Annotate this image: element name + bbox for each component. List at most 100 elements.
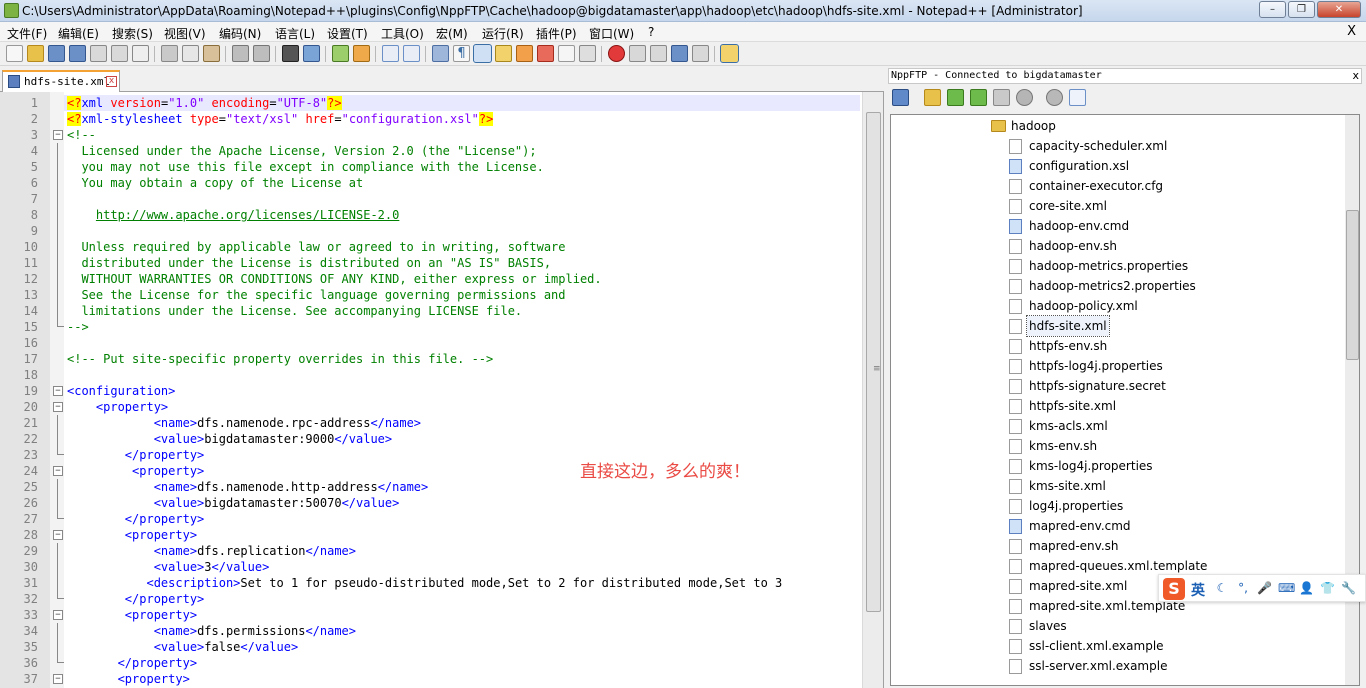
code-line[interactable]: 36 </property> (0, 655, 862, 671)
code-line[interactable]: 6 You may obtain a copy of the License a… (0, 175, 862, 191)
close-file-icon[interactable] (90, 45, 107, 62)
menu-edit[interactable]: 编辑(E) (58, 25, 99, 42)
upload-icon[interactable] (970, 89, 987, 106)
print-icon[interactable] (132, 45, 149, 62)
maximize-button[interactable]: ❐ (1288, 1, 1315, 18)
code-line[interactable]: 1 <?xml version="1.0" encoding="UTF-8"?> (0, 95, 862, 111)
code-line[interactable]: 2 <?xml-stylesheet type="text/xsl" href="… (0, 111, 862, 127)
fold-toggle-icon[interactable]: − (53, 674, 63, 684)
fold-toggle-icon[interactable]: − (53, 402, 63, 412)
menu-help[interactable]: ? (648, 25, 654, 39)
tab-close-icon[interactable]: x (106, 76, 117, 87)
menu-window[interactable]: 窗口(W) (589, 25, 634, 42)
code-line[interactable]: 9 (0, 223, 862, 239)
punct-icon[interactable]: °, (1236, 581, 1250, 595)
ime-toolbar[interactable]: S 英 ☾ °, 🎤 ⌨ 👤 👕 🔧 (1158, 574, 1366, 602)
menu-settings[interactable]: 设置(T) (327, 25, 368, 42)
editor-vertical-scrollbar[interactable]: ≡ (862, 92, 883, 688)
code-line[interactable]: 16 (0, 335, 862, 351)
sync-vertical-icon[interactable] (382, 45, 399, 62)
zoom-out-icon[interactable] (353, 45, 370, 62)
code-line[interactable]: 5 you may not use this file except in co… (0, 159, 862, 175)
code-line[interactable]: 10 Unless required by applicable law or … (0, 239, 862, 255)
refresh-icon[interactable] (993, 89, 1010, 106)
tree-scrollbar-thumb[interactable] (1346, 210, 1359, 360)
undo-icon[interactable] (232, 45, 249, 62)
open-directory-icon[interactable] (924, 89, 941, 106)
code-line[interactable]: 4 Licensed under the Apache License, Ver… (0, 143, 862, 159)
menu-plugins[interactable]: 插件(P) (536, 25, 577, 42)
menu-view[interactable]: 视图(V) (164, 25, 206, 42)
code-line[interactable]: 15 --> (0, 319, 862, 335)
code-line[interactable]: 32 </property> (0, 591, 862, 607)
code-line[interactable]: 35 <value>false</value> (0, 639, 862, 655)
code-line[interactable]: 14 limitations under the License. See ac… (0, 303, 862, 319)
code-line[interactable]: 29 <name>dfs.replication</name> (0, 543, 862, 559)
code-line[interactable]: 12 WITHOUT WARRANTIES OR CONDITIONS OF A… (0, 271, 862, 287)
play-macro-icon[interactable] (650, 45, 667, 62)
replace-icon[interactable] (303, 45, 320, 62)
paste-icon[interactable] (203, 45, 220, 62)
mic-icon[interactable]: 🎤 (1257, 581, 1272, 595)
code-line[interactable]: 19 − <configuration> (0, 383, 862, 399)
code-line[interactable]: 28 − <property> (0, 527, 862, 543)
cut-icon[interactable] (161, 45, 178, 62)
fold-toggle-icon[interactable]: − (53, 466, 63, 476)
download-icon[interactable] (947, 89, 964, 106)
monitoring-icon[interactable] (579, 45, 596, 62)
code-line[interactable]: 20 − <property> (0, 399, 862, 415)
menu-run[interactable]: 运行(R) (482, 25, 524, 42)
open-file-icon[interactable] (27, 45, 44, 62)
save-icon[interactable] (48, 45, 65, 62)
code-line[interactable]: 30 <value>3</value> (0, 559, 862, 575)
menu-language[interactable]: 语言(L) (275, 25, 315, 42)
connect-icon[interactable] (892, 89, 909, 106)
function-list-icon[interactable] (537, 45, 554, 62)
indent-guide-icon[interactable] (473, 44, 492, 63)
tab-hdfs-site[interactable]: hdfs-site.xml x (2, 70, 120, 92)
code-line[interactable]: 33 − <property> (0, 607, 862, 623)
keyboard-icon[interactable]: ⌨ (1278, 581, 1295, 595)
user-icon[interactable]: 👤 (1299, 581, 1314, 595)
redo-icon[interactable] (253, 45, 270, 62)
code-line[interactable]: 27 </property> (0, 511, 862, 527)
code-line[interactable]: 26 <value>bigdatamaster:50070</value> (0, 495, 862, 511)
code-line[interactable]: 18 (0, 367, 862, 383)
code-line[interactable]: 7 (0, 191, 862, 207)
fold-toggle-icon[interactable]: − (53, 386, 63, 396)
notepadpp-app-icon[interactable] (4, 3, 19, 18)
code-line[interactable]: 22 <value>bigdatamaster:9000</value> (0, 431, 862, 447)
copy-icon[interactable] (182, 45, 199, 62)
message-window-icon[interactable] (1069, 89, 1086, 106)
close-all-icon[interactable] (111, 45, 128, 62)
code-line[interactable]: 13 See the License for the specific lang… (0, 287, 862, 303)
new-file-icon[interactable] (6, 45, 23, 62)
code-line[interactable]: 31 <description>Set to 1 for pseudo-dist… (0, 575, 862, 591)
code-line[interactable]: 11 distributed under the License is dist… (0, 255, 862, 271)
fold-toggle-icon[interactable]: − (53, 530, 63, 540)
settings-gear-icon[interactable] (1046, 89, 1063, 106)
show-all-chars-icon[interactable]: ¶ (453, 45, 470, 62)
code-line[interactable]: 21 <name>dfs.namenode.rpc-address</name> (0, 415, 862, 431)
editor-scrollbar-thumb[interactable]: ≡ (866, 112, 881, 612)
moon-icon[interactable]: ☾ (1215, 581, 1229, 595)
close-window-button[interactable]: ✕ (1317, 1, 1361, 18)
nppftp-show-icon[interactable] (720, 44, 739, 63)
run-macro-multiple-icon[interactable] (671, 45, 688, 62)
record-macro-icon[interactable] (608, 45, 625, 62)
doc-map-icon[interactable] (516, 45, 533, 62)
lang-define-icon[interactable] (495, 45, 512, 62)
fold-toggle-icon[interactable]: − (53, 610, 63, 620)
code-line[interactable]: 17 <!-- Put site-specific property overri… (0, 351, 862, 367)
menu-tools[interactable]: 工具(O) (381, 25, 424, 42)
menu-file[interactable]: 文件(F) (7, 25, 47, 42)
save-all-icon[interactable] (69, 45, 86, 62)
wrench-icon[interactable]: 🔧 (1341, 581, 1356, 595)
menu-macro[interactable]: 宏(M) (436, 25, 468, 42)
zoom-in-icon[interactable] (332, 45, 349, 62)
code-line[interactable]: 8 http://www.apache.org/licenses/LICENSE… (0, 207, 862, 223)
minimize-button[interactable]: – (1259, 1, 1286, 18)
folder-workspace-icon[interactable] (558, 45, 575, 62)
menu-search[interactable]: 搜索(S) (112, 25, 153, 42)
code-line[interactable]: 37 − <property> (0, 671, 862, 687)
